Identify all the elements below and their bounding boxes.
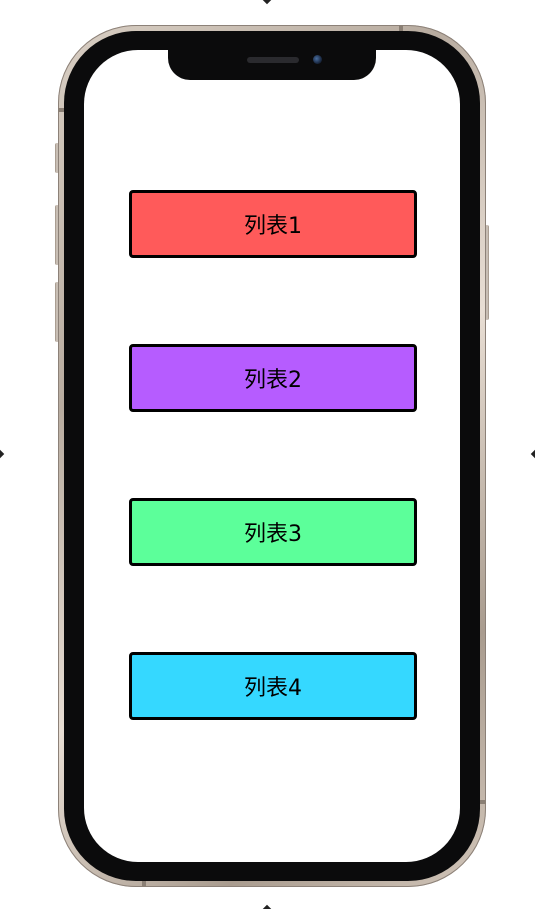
list-item-2[interactable]: 列表2 [129, 344, 417, 412]
list-item-label: 列表3 [244, 522, 302, 547]
list-item-label: 列表2 [244, 368, 302, 393]
list-item-4[interactable]: 列表4 [129, 652, 417, 720]
top-resize-handle[interactable] [262, 0, 272, 5]
phone-screen [84, 50, 460, 862]
front-camera-icon [313, 55, 322, 64]
list-item-label: 列表1 [244, 214, 302, 239]
list-item-1[interactable]: 列表1 [129, 190, 417, 258]
right-resize-handle[interactable] [530, 449, 535, 459]
canvas: 列表1 列表2 列表3 列表4 [0, 0, 535, 909]
antenna-line [480, 800, 486, 804]
list-item-3[interactable]: 列表3 [129, 498, 417, 566]
list-item-label: 列表4 [244, 676, 302, 701]
left-resize-handle[interactable] [0, 449, 5, 459]
bottom-resize-handle[interactable] [262, 904, 272, 909]
speaker-grille [247, 57, 299, 63]
antenna-line [142, 881, 146, 887]
